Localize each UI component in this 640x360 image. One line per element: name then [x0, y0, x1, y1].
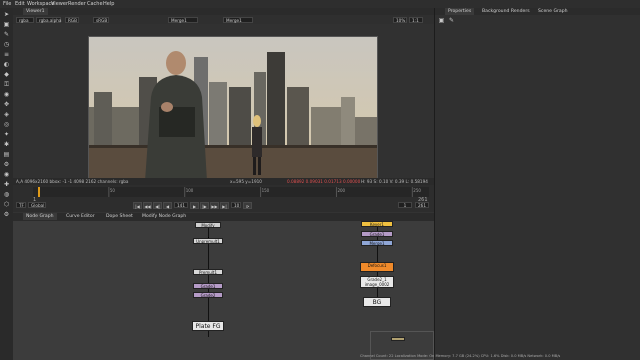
timeline-tick-label: 50 — [110, 188, 116, 193]
node-modify[interactable]: Modify — [195, 222, 221, 228]
zoom-select[interactable]: 10% — [393, 16, 407, 23]
merge-icon[interactable]: ◉ — [3, 91, 10, 98]
node-merge-right[interactable]: Merge1 — [361, 240, 393, 246]
metadata-icon[interactable]: ✦ — [3, 131, 10, 138]
pointer-icon[interactable]: ➤ — [3, 11, 10, 18]
timeline-tick-label: 100 — [186, 188, 194, 193]
pixel-values: 0.08892 0.09031 0.01713 0.00000 — [287, 179, 361, 184]
keyer-icon[interactable]: ⚿ — [3, 81, 10, 88]
right-tabbar: Properties Background Renders Scene Grap… — [435, 8, 640, 15]
tab-dope-sheet[interactable]: Dope Sheet — [103, 213, 136, 220]
properties-lock-icon[interactable]: ▣ — [438, 17, 445, 24]
play-back-button[interactable]: ◀ — [163, 202, 172, 209]
menu-render[interactable]: Render — [68, 1, 86, 7]
node-grade-right[interactable]: Grade1 — [361, 231, 393, 237]
furnace-icon[interactable]: ✚ — [3, 181, 10, 188]
time-icon[interactable]: ◷ — [3, 41, 10, 48]
timeline-ruler[interactable]: 50 100 150 200 250 — [13, 185, 434, 199]
filter-icon[interactable]: ◆ — [3, 71, 10, 78]
node-graph-tabbar: Node Graph Curve Editor Dope Sheet Modif… — [13, 213, 434, 221]
tab-viewer1[interactable]: Viewer1 — [23, 8, 48, 15]
properties-edit-icon[interactable]: ✎ — [448, 17, 455, 24]
channel-icon[interactable]: ≡ — [3, 51, 10, 58]
menu-cache[interactable]: Cache — [87, 1, 103, 7]
timeline: 50 100 150 200 250 1 261 TF Global |◀ ◀◀ ◀| … — [13, 185, 434, 212]
timeline-tick-label: 250 — [413, 188, 421, 193]
node-defocus[interactable]: Defocus1 — [360, 262, 394, 272]
eye-icon[interactable]: ◉ — [3, 171, 10, 178]
tab-node-graph[interactable]: Node Graph — [23, 213, 57, 220]
viewer-controls: rgba rgba.alpha RGB sRGB Merge1 Merge1 1… — [13, 15, 434, 24]
image-icon[interactable]: ▣ — [3, 21, 10, 28]
input-b-select[interactable]: Merge1 — [223, 16, 253, 23]
gizmo-icon[interactable]: ⬡ — [3, 201, 10, 208]
city-scene-image — [89, 37, 377, 181]
viewer-tabbar: Viewer1 — [13, 8, 434, 15]
settings-icon[interactable]: ⚙ — [3, 211, 10, 218]
node-grade1[interactable]: Grade1 — [193, 283, 223, 289]
viewer-image — [88, 36, 378, 182]
out-point-field[interactable]: 261 — [415, 202, 429, 208]
format-info: A,A 4096x2160 bbox: -1 -1 4098 2162 chan… — [16, 179, 129, 184]
view-icon[interactable]: ◎ — [3, 121, 10, 128]
last-frame-button[interactable]: ▶| — [220, 202, 229, 209]
minimap-node — [391, 337, 405, 341]
colorspace-select[interactable]: RGB — [65, 16, 79, 23]
bottom-status-bar: Channel Count: 22 Localization Mode: On … — [360, 354, 561, 358]
channels-select[interactable]: rgba — [16, 16, 34, 23]
display-select[interactable]: sRGB — [93, 16, 109, 23]
menu-edit[interactable]: Edit — [15, 1, 25, 7]
node-bg[interactable]: BG — [363, 297, 391, 307]
tab-background-renders[interactable]: Background Renders — [479, 8, 533, 15]
color-icon[interactable]: ◐ — [3, 61, 10, 68]
cursor-coords: x=595 y=1910 — [230, 179, 262, 184]
toolsets-icon[interactable]: ▤ — [3, 151, 10, 158]
alpha-select[interactable]: rgba.alpha — [36, 16, 61, 23]
current-frame-field[interactable]: 141 — [174, 202, 188, 208]
node-keyer[interactable]: Keyer1 — [361, 221, 393, 227]
loop-button[interactable]: ⟳ — [243, 202, 252, 209]
node-premult[interactable]: Premult1 — [193, 269, 223, 275]
tab-scene-graph[interactable]: Scene Graph — [535, 8, 571, 15]
transform-icon[interactable]: ✥ — [3, 101, 10, 108]
menu-file[interactable]: File — [3, 1, 11, 7]
draw-icon[interactable]: ✎ — [3, 31, 10, 38]
ratio-select[interactable]: 1:1 — [409, 16, 423, 23]
particles-icon[interactable]: ✱ — [3, 141, 10, 148]
increment-field[interactable]: 10 — [231, 202, 241, 208]
fps-select[interactable]: TF — [16, 202, 26, 208]
node-toolbar: ➤ ▣ ✎ ◷ ≡ ◐ ◆ ⚿ ◉ ✥ ◈ ◎ ✦ ✱ ▤ ⚙ ◉ ✚ ◍ ⬡ … — [0, 8, 14, 360]
3d-icon[interactable]: ◈ — [3, 111, 10, 118]
next-key-button[interactable]: ▶▶ — [210, 202, 219, 209]
timeline-tick-label: 150 — [262, 188, 270, 193]
node-graph[interactable]: Node Graph Curve Editor Dope Sheet Modif… — [13, 213, 434, 360]
node-grade2[interactable]: Grade2 — [193, 292, 223, 298]
viewer-canvas[interactable] — [13, 24, 434, 185]
prev-frame-button[interactable]: ◀| — [153, 202, 162, 209]
timeline-tick-label: 200 — [337, 188, 345, 193]
node-plate-fg[interactable]: Plate FG — [192, 321, 224, 331]
global-select[interactable]: Global — [28, 202, 46, 208]
tab-modify-node-graph[interactable]: Modify Node Graph — [139, 213, 189, 220]
tab-properties[interactable]: Properties — [445, 8, 475, 15]
ofx-icon[interactable]: ◍ — [3, 191, 10, 198]
input-a-select[interactable]: Merge1 — [168, 16, 198, 23]
play-button[interactable]: ▶ — [190, 202, 199, 209]
menu-viewer[interactable]: Viewer — [51, 1, 68, 7]
node-crop[interactable]: Grade2_1 image_0002 — [360, 276, 394, 288]
in-point-field[interactable]: 1 — [398, 202, 412, 208]
menu-help[interactable]: Help — [103, 1, 114, 7]
prev-key-button[interactable]: ◀◀ — [143, 202, 152, 209]
node-unpremult[interactable]: Unpremult1 — [193, 238, 223, 244]
properties-panel: Properties Background Renders Scene Grap… — [434, 8, 640, 360]
viewer-status: A,A 4096x2160 bbox: -1 -1 4098 2162 chan… — [13, 178, 434, 185]
first-frame-button[interactable]: |◀ — [133, 202, 142, 209]
hsv-values: H: 93 S: 0.10 V: 0.39 L: 0.58194 — [361, 179, 428, 184]
other-icon[interactable]: ⚙ — [3, 161, 10, 168]
next-frame-button[interactable]: |▶ — [200, 202, 209, 209]
viewer-panel: Viewer1 rgba rgba.alpha RGB sRGB Merge1 … — [13, 8, 434, 213]
tab-curve-editor[interactable]: Curve Editor — [63, 213, 98, 220]
